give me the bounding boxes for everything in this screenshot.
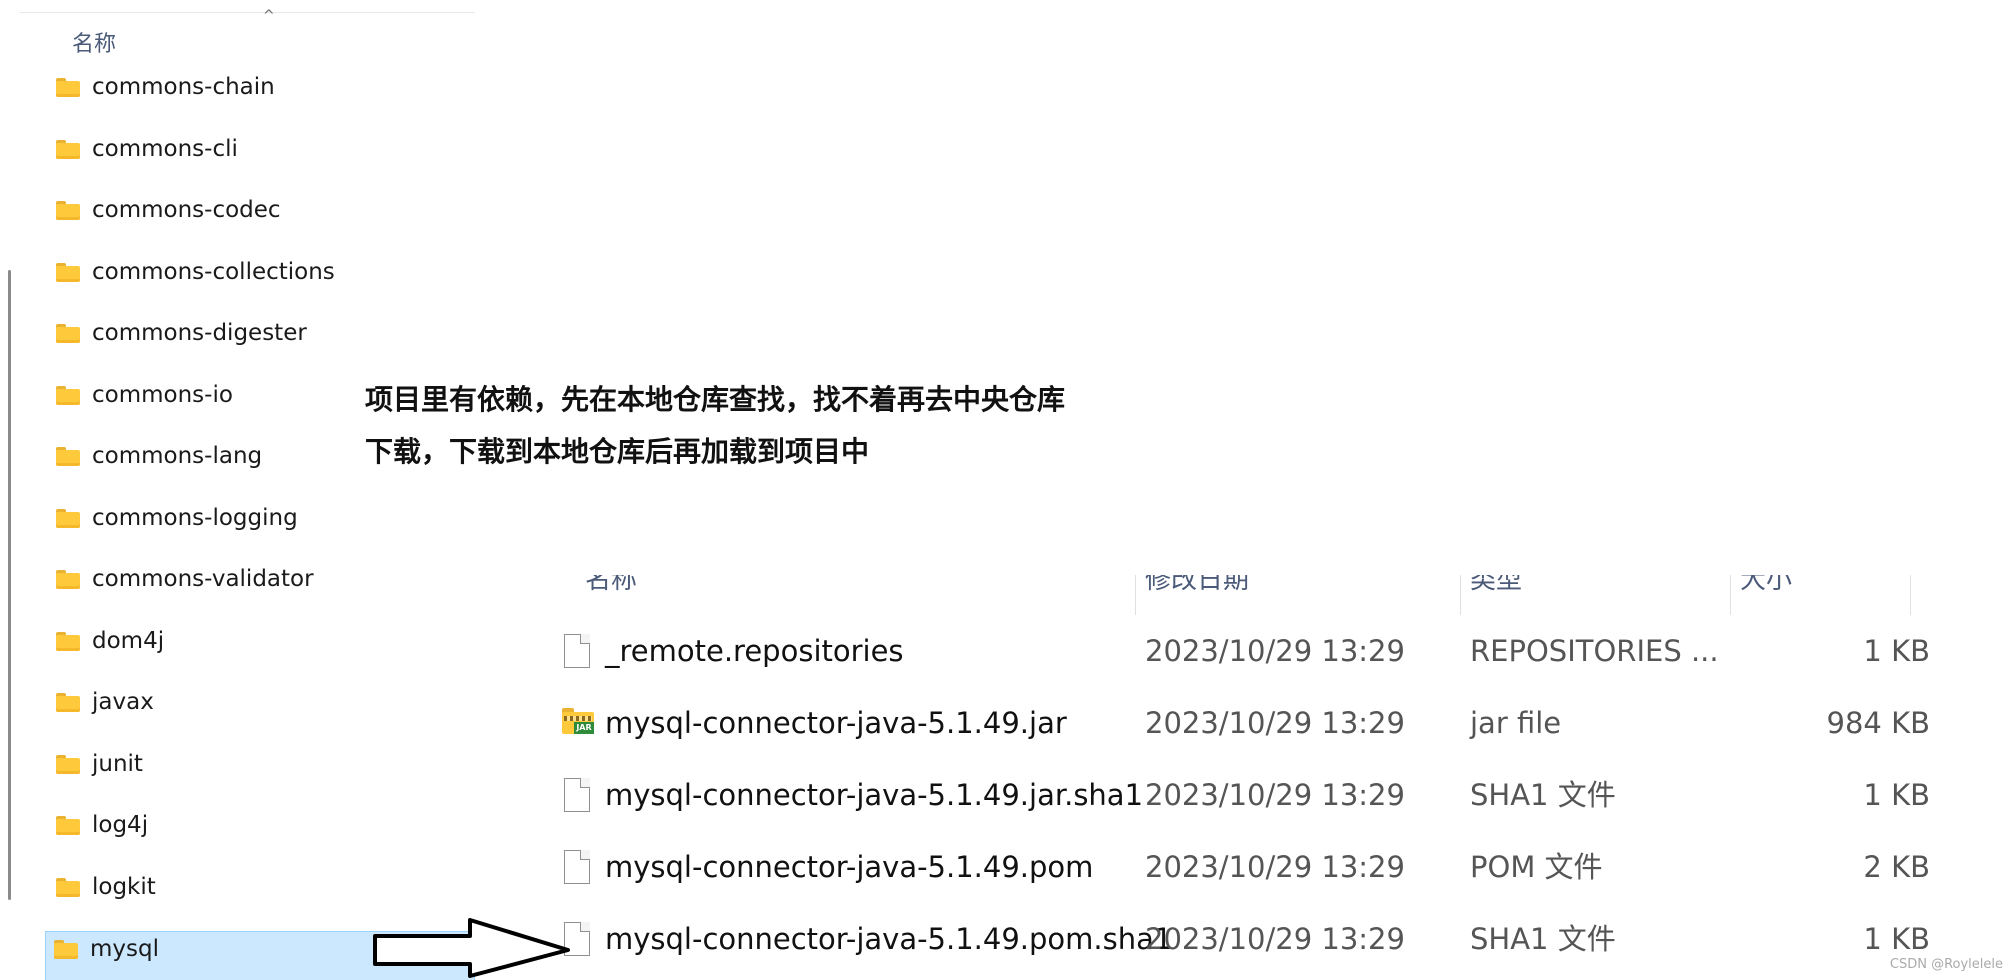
file-name: _remote.repositories: [605, 634, 904, 668]
column-separator[interactable]: [1730, 575, 1731, 615]
folder-label: junit: [92, 750, 143, 777]
file-row[interactable]: JAR mysql-connector-java-5.1.49.jar 2023/1…: [540, 687, 2013, 759]
jar-icon: JAR: [562, 708, 594, 736]
folder-item[interactable]: commons-collections: [48, 255, 475, 317]
header-divider: [20, 12, 475, 13]
file-name: mysql-connector-java-5.1.49.jar: [605, 706, 1067, 740]
file-row[interactable]: mysql-connector-java-5.1.49.jar.sha1 2023…: [540, 759, 2013, 831]
file-fold: [580, 922, 590, 932]
file-name: mysql-connector-java-5.1.49.jar.sha1: [605, 778, 1144, 812]
file-row[interactable]: _remote.repositories 2023/10/29 13:29 REPO…: [540, 615, 2013, 687]
file-row[interactable]: mysql-connector-java-5.1.49.pom 2023/10/2…: [540, 831, 2013, 903]
folder-label: commons-collections: [92, 258, 335, 285]
folder-label: commons-codec: [92, 197, 281, 223]
folder-icon: [56, 816, 80, 835]
column-separator[interactable]: [1910, 575, 1911, 615]
folder-item[interactable]: dom4j: [48, 624, 475, 686]
folder-label: commons-logging: [92, 504, 298, 531]
folder-label: commons-cli: [92, 135, 238, 162]
annotation-line-1: 项目里有依赖，先在本地仓库查找，找不着再去中央仓库: [365, 383, 1066, 416]
column-header-name[interactable]: 名称: [585, 575, 885, 609]
folder-list-panel: ^ 名称 commons-chain commons-cli commons-cod…: [0, 0, 475, 980]
file-fold: [580, 778, 590, 788]
watermark: CSDN @Roylelele: [1889, 957, 2003, 972]
folder-icon: [56, 262, 80, 282]
folder-label: commons-validator: [92, 566, 314, 592]
file-type: jar file: [1470, 706, 1562, 740]
sort-ascending-icon[interactable]: ^: [263, 8, 275, 24]
file-name: mysql-connector-java-5.1.49.pom.sha1: [605, 922, 1173, 956]
file-name: mysql-connector-java-5.1.49.pom: [605, 850, 1094, 884]
folder-item[interactable]: commons-codec: [48, 193, 475, 255]
file-date: 2023/10/29 13:29: [1145, 706, 1405, 740]
file-size: 984 KB: [1826, 706, 1930, 740]
file-row[interactable]: mysql-connector-java-5.1.49.pom.sha1 2023…: [540, 903, 2013, 975]
column-header-size-label: 大小: [1740, 575, 1793, 595]
file-type: POM 文件: [1470, 850, 1603, 884]
folder-list: commons-chain commons-cli commons-codec com…: [45, 70, 475, 980]
folder-label: commons-chain: [92, 74, 275, 100]
column-header-name-label: 名称: [585, 575, 638, 595]
folder-label: dom4j: [92, 627, 165, 654]
file-size: 1 KB: [1863, 778, 1930, 812]
folder-label: logkit: [92, 873, 156, 900]
folder-icon: [56, 693, 80, 712]
file-list-panel: 名称 修改日期 类型 大小 _remote.repositories 2023/1…: [540, 575, 2013, 980]
folder-item[interactable]: log4j: [48, 808, 475, 870]
folder-icon: [56, 877, 80, 897]
column-header-type-label: 类型: [1470, 575, 1523, 595]
column-separator[interactable]: [1460, 575, 1461, 615]
folder-icon: [56, 385, 80, 405]
left-scrollbar[interactable]: [8, 270, 11, 900]
file-type: SHA1 文件: [1470, 922, 1616, 956]
folder-label: commons-lang: [92, 443, 263, 469]
column-separator[interactable]: [1135, 575, 1136, 615]
column-header-type[interactable]: 类型: [1470, 575, 1670, 609]
folder-label: log4j: [92, 812, 149, 838]
folder-label: javax: [92, 689, 154, 715]
folder-icon: [54, 940, 78, 959]
folder-icon: [56, 201, 80, 220]
folder-icon: [56, 570, 80, 589]
annotation-text: 项目里有依赖，先在本地仓库查找，找不着再去中央仓库 下载，下载到本地仓库后再加载…: [365, 374, 1125, 478]
folder-icon: [56, 139, 80, 159]
file-size: 2 KB: [1863, 850, 1930, 884]
folder-icon: [56, 78, 80, 97]
file-date: 2023/10/29 13:29: [1145, 778, 1405, 812]
folder-label: commons-digester: [92, 320, 307, 346]
file-fold: [580, 850, 590, 860]
folder-icon: [56, 324, 80, 343]
file-date: 2023/10/29 13:29: [1145, 634, 1405, 668]
arrow-annotation-icon: [373, 918, 570, 978]
folder-icon: [56, 631, 80, 651]
folder-item[interactable]: commons-logging: [48, 501, 475, 563]
file-date: 2023/10/29 13:29: [1145, 850, 1405, 884]
folder-item[interactable]: commons-validator: [48, 562, 475, 624]
folder-icon: [56, 447, 80, 466]
file-type: SHA1 文件: [1470, 778, 1616, 812]
file-fold: [580, 634, 590, 644]
folder-icon: [56, 754, 80, 774]
folder-item[interactable]: commons-cli: [48, 132, 475, 194]
folder-item[interactable]: commons-chain: [48, 70, 475, 132]
column-header-name[interactable]: 名称: [72, 26, 116, 58]
column-header-date-label: 修改日期: [1145, 575, 1250, 595]
file-date: 2023/10/29 13:29: [1145, 922, 1405, 956]
column-header-date[interactable]: 修改日期: [1145, 575, 1445, 609]
folder-icon: [56, 508, 80, 528]
folder-item[interactable]: javax: [48, 685, 475, 747]
folder-label: commons-io: [92, 381, 233, 408]
folder-label: mysql: [90, 936, 159, 962]
annotation-line-2: 下载，下载到本地仓库后再加载到项目中: [365, 435, 870, 468]
folder-item[interactable]: junit: [48, 747, 475, 809]
column-header-size[interactable]: 大小: [1740, 575, 1890, 609]
file-size: 1 KB: [1863, 634, 1930, 668]
folder-item[interactable]: commons-digester: [48, 316, 475, 378]
